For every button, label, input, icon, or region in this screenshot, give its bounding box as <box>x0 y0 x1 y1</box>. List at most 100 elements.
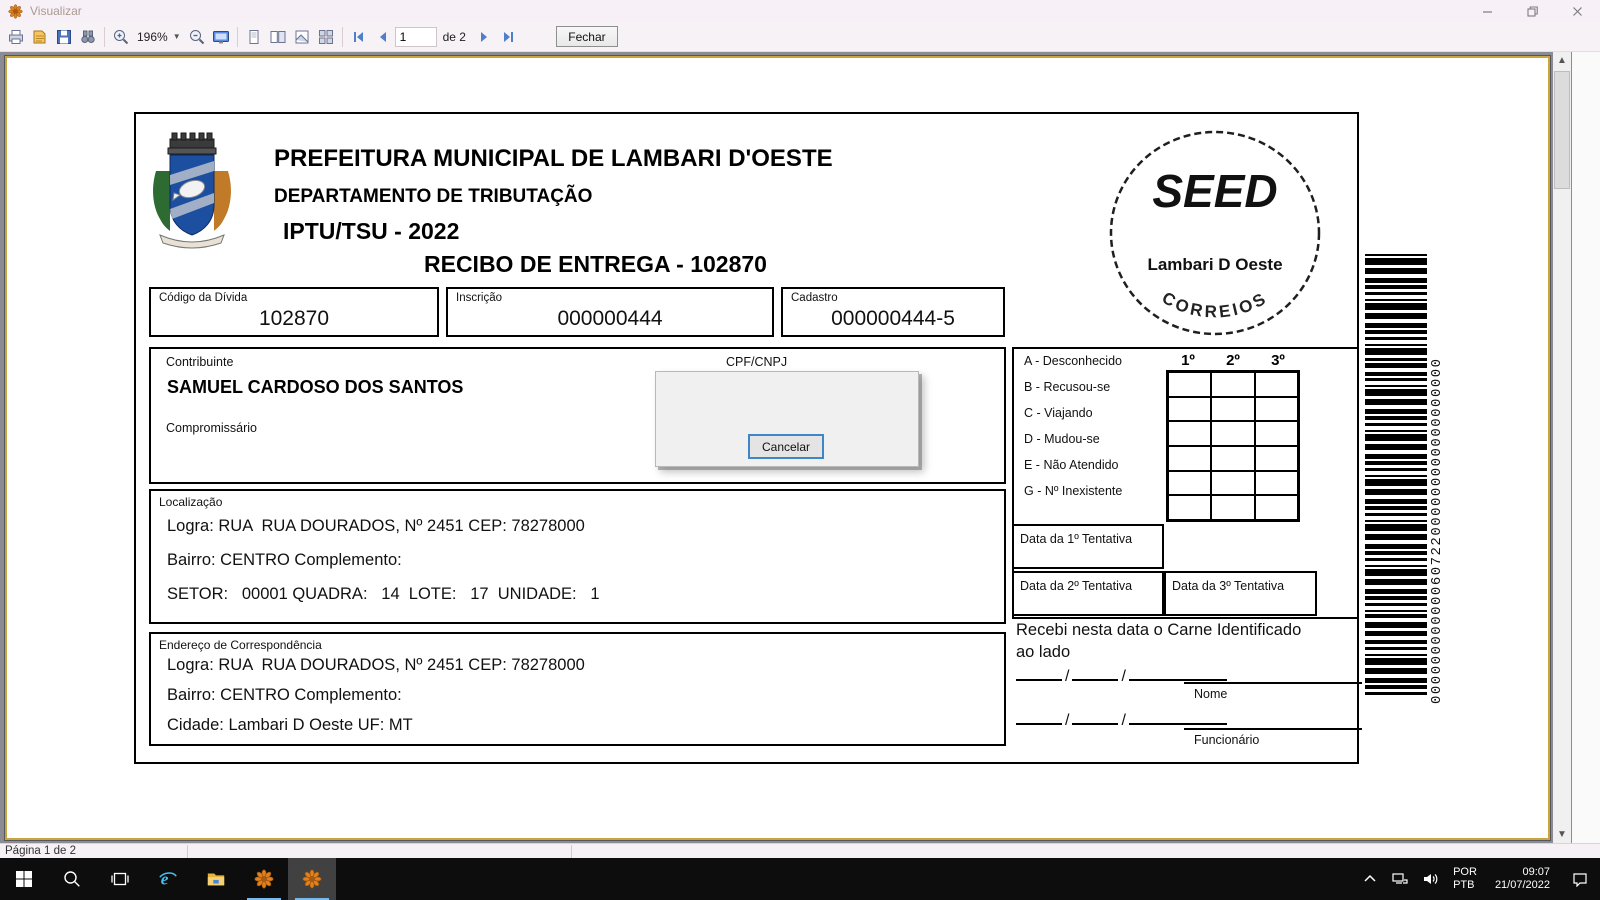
attempt-cell <box>1211 421 1254 446</box>
field-cadastro: Cadastro 000000444-5 <box>781 287 1005 337</box>
vertical-scrollbar[interactable]: ▲ ▼ <box>1553 52 1571 843</box>
localizacao-title: Localização <box>159 495 222 509</box>
find-button[interactable] <box>76 25 100 49</box>
status-bar: Página 1 de 2 <box>0 843 1600 858</box>
view-single-page-button[interactable] <box>242 25 266 49</box>
attempt-cell <box>1211 397 1254 422</box>
internet-explorer-icon[interactable]: e <box>144 858 192 900</box>
attempt-header: 1º <box>1166 352 1210 369</box>
fechar-close-preview-button[interactable]: Fechar <box>556 26 618 47</box>
attempt-grid <box>1166 370 1300 522</box>
scroll-up-arrow[interactable]: ▲ <box>1553 52 1571 69</box>
endereco-title: Endereço de Correspondência <box>159 638 322 652</box>
page-number-input[interactable] <box>395 27 437 47</box>
slash: / <box>1062 712 1072 729</box>
attempt-header: 2º <box>1211 352 1255 369</box>
next-page-button[interactable] <box>472 25 496 49</box>
stamp-correios-text: CORREIOS <box>1159 288 1271 321</box>
document-page: PREFEITURA MUNICIPAL DE LAMBARI D'OESTE … <box>5 56 1550 840</box>
tentativa-1-box: Data da 1º Tentativa <box>1012 524 1164 569</box>
delivery-code: G - Nº Inexistente <box>1024 484 1122 498</box>
volume-icon[interactable] <box>1415 858 1445 900</box>
svg-text:e: e <box>161 869 169 888</box>
delivery-code: D - Mudou-se <box>1024 432 1100 446</box>
export-button[interactable] <box>28 25 52 49</box>
barcode-number: 00000000000060722000000000000000000 <box>1429 254 1455 704</box>
view-continuous-button[interactable] <box>290 25 314 49</box>
attempt-cell <box>1255 421 1298 446</box>
localizacao-bairro: Bairro: CENTRO Complemento: <box>167 551 402 570</box>
title-bar: Visualizar <box>0 0 1600 22</box>
page-count-label: de 2 <box>443 30 466 44</box>
scroll-down-arrow[interactable]: ▼ <box>1553 826 1571 843</box>
file-explorer-icon[interactable] <box>192 858 240 900</box>
system-tray: POR PTB 09:07 21/07/2022 <box>1355 858 1600 900</box>
print-button[interactable] <box>4 25 28 49</box>
field-value: 000000444-5 <box>783 307 1003 331</box>
taskbar-app-flower-2-active[interactable] <box>288 858 336 900</box>
stamp-city-text: Lambari D Oeste <box>1147 255 1282 274</box>
app-window: Visualizar 196% ▼ <box>0 0 1600 900</box>
endereco-box: Endereço de Correspondência Logra: RUA R… <box>149 632 1006 746</box>
close-button[interactable] <box>1555 0 1600 22</box>
tentativa-label: Data da 2º Tentativa <box>1020 579 1132 593</box>
action-center-icon[interactable] <box>1560 858 1600 900</box>
field-label: Código da Dívida <box>159 292 247 304</box>
view-facing-pages-button[interactable] <box>266 25 290 49</box>
network-icon[interactable] <box>1385 858 1415 900</box>
attempt-cell <box>1168 372 1211 397</box>
funcionario-label: Funcionário <box>1184 730 1362 747</box>
language-indicator[interactable]: POR PTB <box>1453 866 1477 892</box>
preview-toolbar: 196% ▼ de 2 Fechar <box>0 22 1600 52</box>
slash: / <box>1062 668 1072 685</box>
attempt-header: 3º <box>1256 352 1300 369</box>
preview-gutter <box>1572 52 1600 843</box>
zoom-level-dropdown[interactable]: 196% ▼ <box>133 28 185 46</box>
restore-button[interactable] <box>1510 0 1555 22</box>
tentativa-label: Data da 3º Tentativa <box>1172 579 1284 593</box>
task-view-button[interactable] <box>96 858 144 900</box>
zoom-out-button[interactable] <box>185 25 209 49</box>
taskbar-app-flower-1[interactable] <box>240 858 288 900</box>
window-title: Visualizar <box>30 4 82 18</box>
endereco-bairro: Bairro: CENTRO Complemento: <box>167 686 402 705</box>
attempt-cell <box>1211 471 1254 496</box>
tentativa-3-box: Data da 3º Tentativa <box>1164 571 1317 616</box>
clock-time: 09:07 <box>1495 866 1550 879</box>
zoom-in-button[interactable] <box>109 25 133 49</box>
page-status-text: Página 1 de 2 <box>5 845 76 857</box>
minimize-button[interactable] <box>1465 0 1510 22</box>
nome-signature-line: Nome <box>1184 682 1362 701</box>
scrollbar-thumb[interactable] <box>1554 71 1570 189</box>
receipt-line2: ao lado <box>1016 643 1356 662</box>
slash: / <box>1118 668 1128 685</box>
delivery-code: A - Desconhecido <box>1024 354 1122 368</box>
slash: / <box>1118 712 1128 729</box>
nome-label: Nome <box>1184 684 1362 701</box>
previous-page-button[interactable] <box>371 25 395 49</box>
fit-window-button[interactable] <box>209 25 233 49</box>
delivery-code: B - Recusou-se <box>1024 380 1110 394</box>
last-page-button[interactable] <box>496 25 520 49</box>
field-label: Inscrição <box>456 292 502 304</box>
save-button[interactable] <box>52 25 76 49</box>
search-button[interactable] <box>48 858 96 900</box>
windows-taskbar: e POR PTB 09:07 21/07/2022 <box>0 858 1600 900</box>
attempt-cell <box>1211 446 1254 471</box>
first-page-button[interactable] <box>347 25 371 49</box>
header-departamento: DEPARTAMENTO DE TRIBUTAÇÃO <box>274 186 592 208</box>
start-button[interactable] <box>0 858 48 900</box>
attempt-cell <box>1255 446 1298 471</box>
delivery-code: E - Não Atendido <box>1024 458 1119 472</box>
endereco-cidade: Cidade: Lambari D Oeste UF: MT <box>167 716 413 735</box>
chevron-down-icon: ▼ <box>173 32 181 41</box>
taskbar-clock[interactable]: 09:07 21/07/2022 <box>1495 866 1550 892</box>
header-recibo: RECIBO DE ENTREGA - 102870 <box>424 251 767 278</box>
view-multiple-pages-button[interactable] <box>314 25 338 49</box>
svg-text:CORREIOS: CORREIOS <box>1159 288 1271 321</box>
cancel-button[interactable]: Cancelar <box>748 434 824 459</box>
field-inscricao: Inscrição 000000444 <box>446 287 774 337</box>
preview-area: PREFEITURA MUNICIPAL DE LAMBARI D'OESTE … <box>0 52 1600 843</box>
clock-date: 21/07/2022 <box>1495 879 1550 892</box>
tray-chevron-up-icon[interactable] <box>1355 858 1385 900</box>
